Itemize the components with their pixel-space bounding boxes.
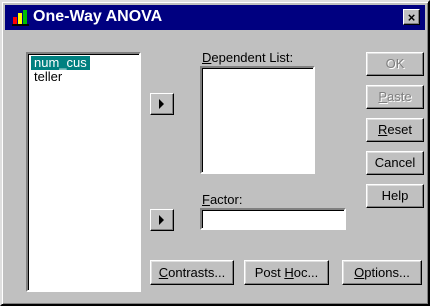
paste-button[interactable]: Paste [366, 85, 424, 109]
right-arrow-icon [159, 99, 164, 109]
ok-button[interactable]: OK [366, 52, 424, 76]
reset-button[interactable]: Reset [366, 118, 424, 142]
factor-label: Factor: [202, 192, 243, 207]
move-to-dependent-button[interactable] [150, 93, 174, 115]
factor-field[interactable] [200, 208, 346, 230]
one-way-anova-dialog: One-Way ANOVA × num_cus teller Dependent… [0, 0, 430, 306]
window-title: One-Way ANOVA [33, 8, 163, 25]
right-arrow-icon [159, 215, 164, 225]
options-button[interactable]: Options... [342, 260, 422, 285]
app-icon [12, 10, 29, 26]
list-item-teller[interactable]: teller [31, 70, 65, 84]
close-icon: × [407, 10, 416, 25]
dependent-list[interactable] [200, 66, 315, 174]
variable-list[interactable]: num_cus teller [26, 52, 141, 292]
title-bar[interactable]: One-Way ANOVA × [5, 5, 425, 30]
cancel-button[interactable]: Cancel [366, 151, 424, 175]
close-button[interactable]: × [403, 9, 420, 25]
help-button[interactable]: Help [366, 184, 424, 208]
post-hoc-button[interactable]: Post Hoc... [244, 260, 329, 285]
move-to-factor-button[interactable] [150, 209, 174, 231]
list-item-num-cus[interactable]: num_cus [31, 56, 90, 70]
contrasts-button[interactable]: Contrasts... [150, 260, 234, 285]
dependent-list-label: Dependent List: [202, 50, 294, 65]
